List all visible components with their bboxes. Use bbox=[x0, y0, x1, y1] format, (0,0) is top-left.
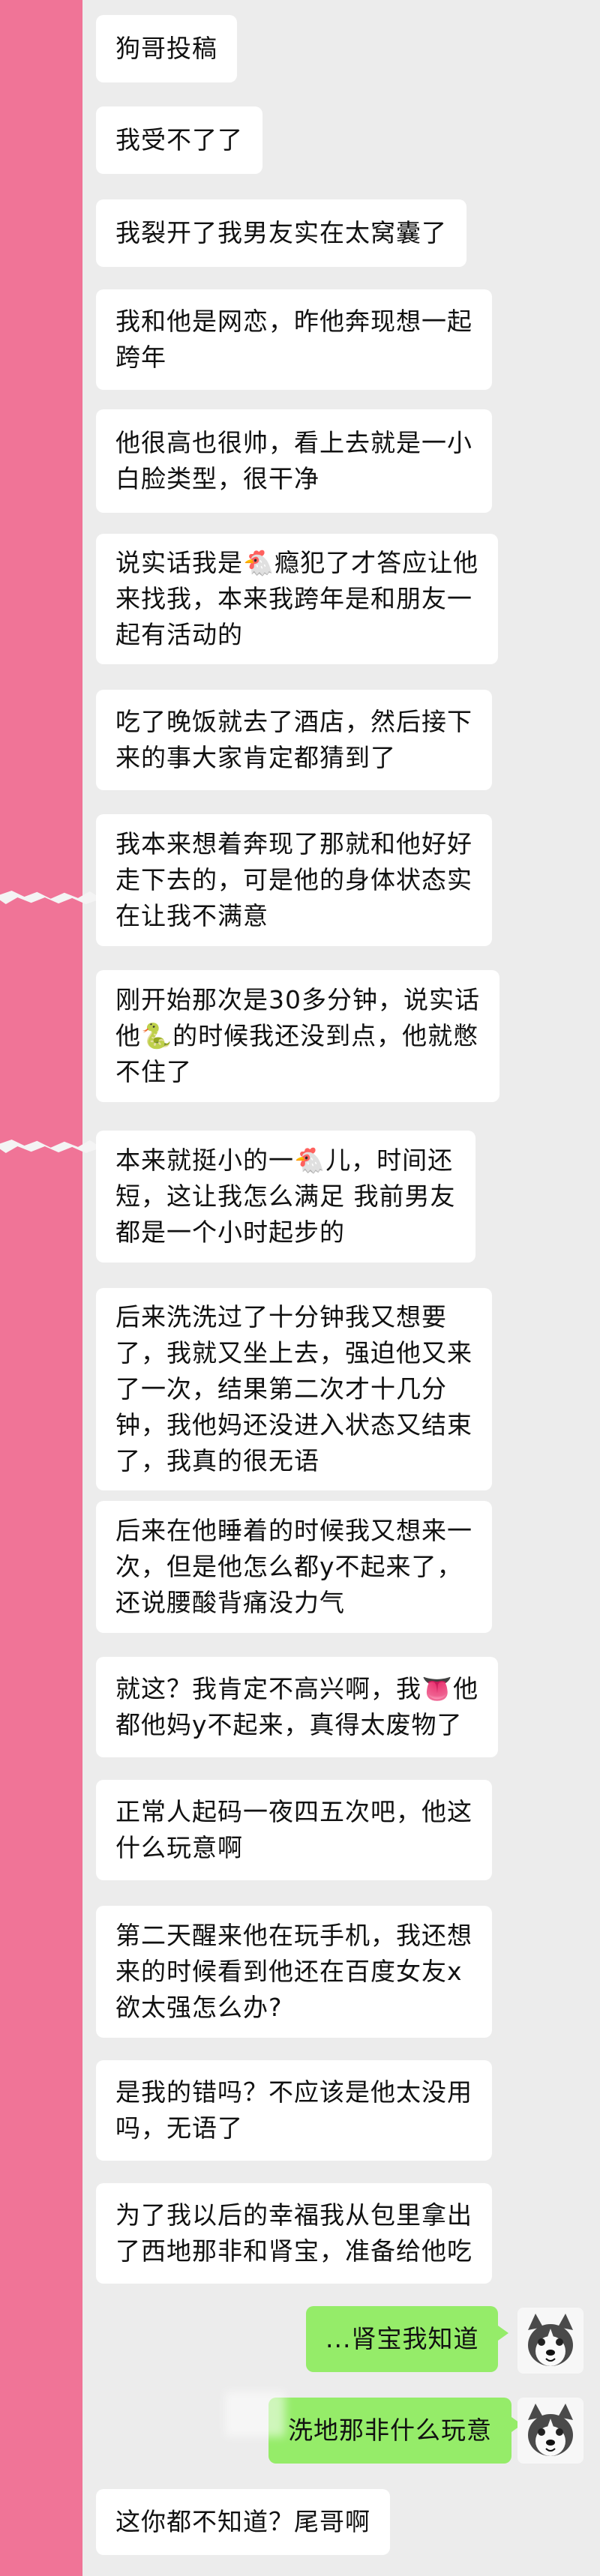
message-bubble-sent: ...肾宝我知道 bbox=[306, 2306, 509, 2372]
message-bubble: 刚开始那次是30多分钟，说实话 他🐍的时候我还没到点，他就憋 不住了 bbox=[96, 970, 500, 1102]
message-bubble: 后来在他睡着的时候我又想来一 次，但是他怎么都y不起来了， 还说腰酸背痛没力气 bbox=[96, 1501, 492, 1633]
message-bubble-sent: 洗地那非什么玩意 bbox=[268, 2398, 522, 2464]
husky-avatar-icon[interactable] bbox=[518, 2308, 584, 2374]
message-bubble: 本来就挺小的一🐔儿，时间还 短，这让我怎么满足 我前男友 都是一个小时起步的 bbox=[96, 1131, 476, 1263]
blurred-redaction bbox=[225, 2392, 285, 2437]
message-bubble: 为了我以后的幸福我从包里拿出 了西地那非和肾宝，准备给他吃 bbox=[96, 2183, 492, 2284]
message-bubble: 这你都不知道？尾哥啊 bbox=[96, 2489, 390, 2555]
message-bubble: 狗哥投稿 bbox=[96, 15, 237, 82]
message-bubble: 第二天醒来他在玩手机，我还想 来的时候看到他还在百度女友x 欲太强怎么办? bbox=[96, 1906, 492, 2038]
message-bubble: 我本来想着奔现了那就和他好好 走下去的，可是他的身体状态实 在让我不满意 bbox=[96, 814, 492, 946]
husky-avatar-icon[interactable] bbox=[518, 2398, 584, 2464]
message-bubble: 我受不了了 bbox=[96, 106, 262, 174]
message-bubble: 是我的错吗？不应该是他太没用 吗，无语了 bbox=[96, 2060, 492, 2161]
message-bubble: 我和他是网恋，昨他奔现想一起 跨年 bbox=[96, 289, 492, 390]
message-bubble: 说实话我是🐔瘾犯了才答应让他 来找我，本来我跨年是和朋友一 起有活动的 bbox=[96, 534, 499, 664]
message-bubble: 吃了晚饭就去了酒店，然后接下 来的事大家肯定都猜到了 bbox=[96, 690, 492, 790]
message-bubble: 后来洗洗过了十分钟我又想要 了，我就又坐上去，强迫他又来 了一次，结果第二次才十… bbox=[96, 1288, 492, 1490]
message-bubble: 我裂开了我男友实在太窝囊了 bbox=[96, 199, 466, 267]
message-bubble: 正常人起码一夜四五次吧，他这 什么玩意啊 bbox=[96, 1780, 492, 1880]
decorative-pink-bar bbox=[0, 0, 82, 2576]
message-bubble: 就这？我肯定不高兴啊，我👅他 都他妈y不起来，真得太废物了 bbox=[96, 1657, 499, 1757]
message-bubble: 他很高也很帅，看上去就是一小 白脸类型，很干净 bbox=[96, 409, 492, 513]
